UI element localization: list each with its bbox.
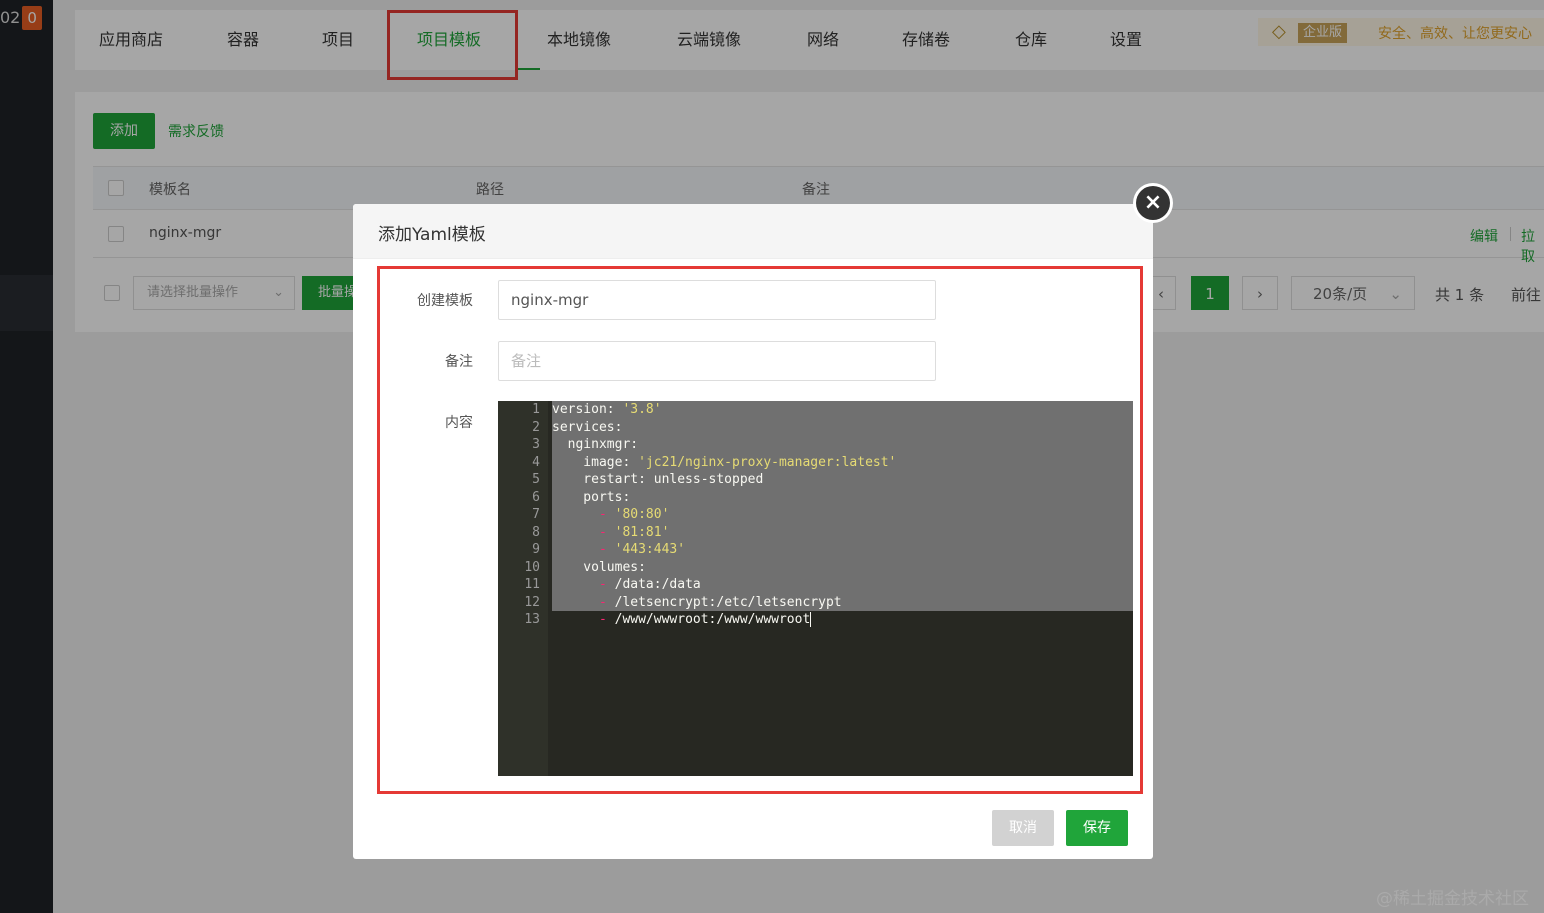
- code-line: version: '3.8': [552, 402, 662, 417]
- line-number: 7: [532, 507, 540, 522]
- modal-header: 添加Yaml模板: [353, 204, 1153, 259]
- content-label: 内容: [445, 415, 473, 431]
- line-number: 3: [532, 437, 540, 452]
- line-number: 9: [532, 542, 540, 557]
- save-button[interactable]: 保存: [1066, 810, 1128, 846]
- code-line: services:: [552, 419, 623, 435]
- watermark: @稀土掘金技术社区: [1376, 889, 1529, 909]
- remark-label: 备注: [445, 354, 473, 370]
- code-line: nginxmgr:: [552, 437, 639, 452]
- line-number: 4: [532, 454, 540, 470]
- code-line: image: 'jc21/nginx-proxy-manager:latest': [552, 454, 897, 470]
- remark-input[interactable]: [498, 341, 936, 381]
- code-line: volumes:: [552, 559, 646, 575]
- cancel-button[interactable]: 取消: [992, 810, 1054, 846]
- code-line: - /www/wwwroot:/www/wwwroot: [598, 612, 812, 627]
- line-number: 2: [532, 419, 540, 435]
- code-line: - /letsencrypt:/etc/letsencrypt: [598, 594, 842, 610]
- template-name-label: 创建模板: [417, 293, 473, 309]
- code-line: - '80:80': [598, 507, 670, 522]
- line-number: 8: [532, 524, 540, 540]
- template-name-input[interactable]: [498, 280, 936, 320]
- yaml-code-editor[interactable]: 1 version: '3.8' 2 services: 3 nginxmgr: 4 im…: [498, 401, 1133, 776]
- line-number: 6: [532, 489, 540, 505]
- code-line: - '81:81': [598, 524, 670, 540]
- close-icon: ×: [1143, 190, 1163, 215]
- code-line: ports:: [552, 489, 631, 505]
- line-number: 13: [524, 612, 540, 627]
- line-number: 12: [524, 594, 540, 610]
- code-line: - /data:/data: [598, 577, 701, 592]
- code-line: restart: unless-stopped: [552, 472, 764, 487]
- line-number: 1: [532, 402, 540, 417]
- line-number: 10: [524, 559, 540, 575]
- modal-title: 添加Yaml模板: [378, 225, 486, 245]
- code-line: - '443:443': [598, 542, 686, 557]
- line-number: 5: [532, 472, 540, 487]
- close-modal-button[interactable]: ×: [1133, 183, 1173, 223]
- line-number: 11: [524, 577, 540, 592]
